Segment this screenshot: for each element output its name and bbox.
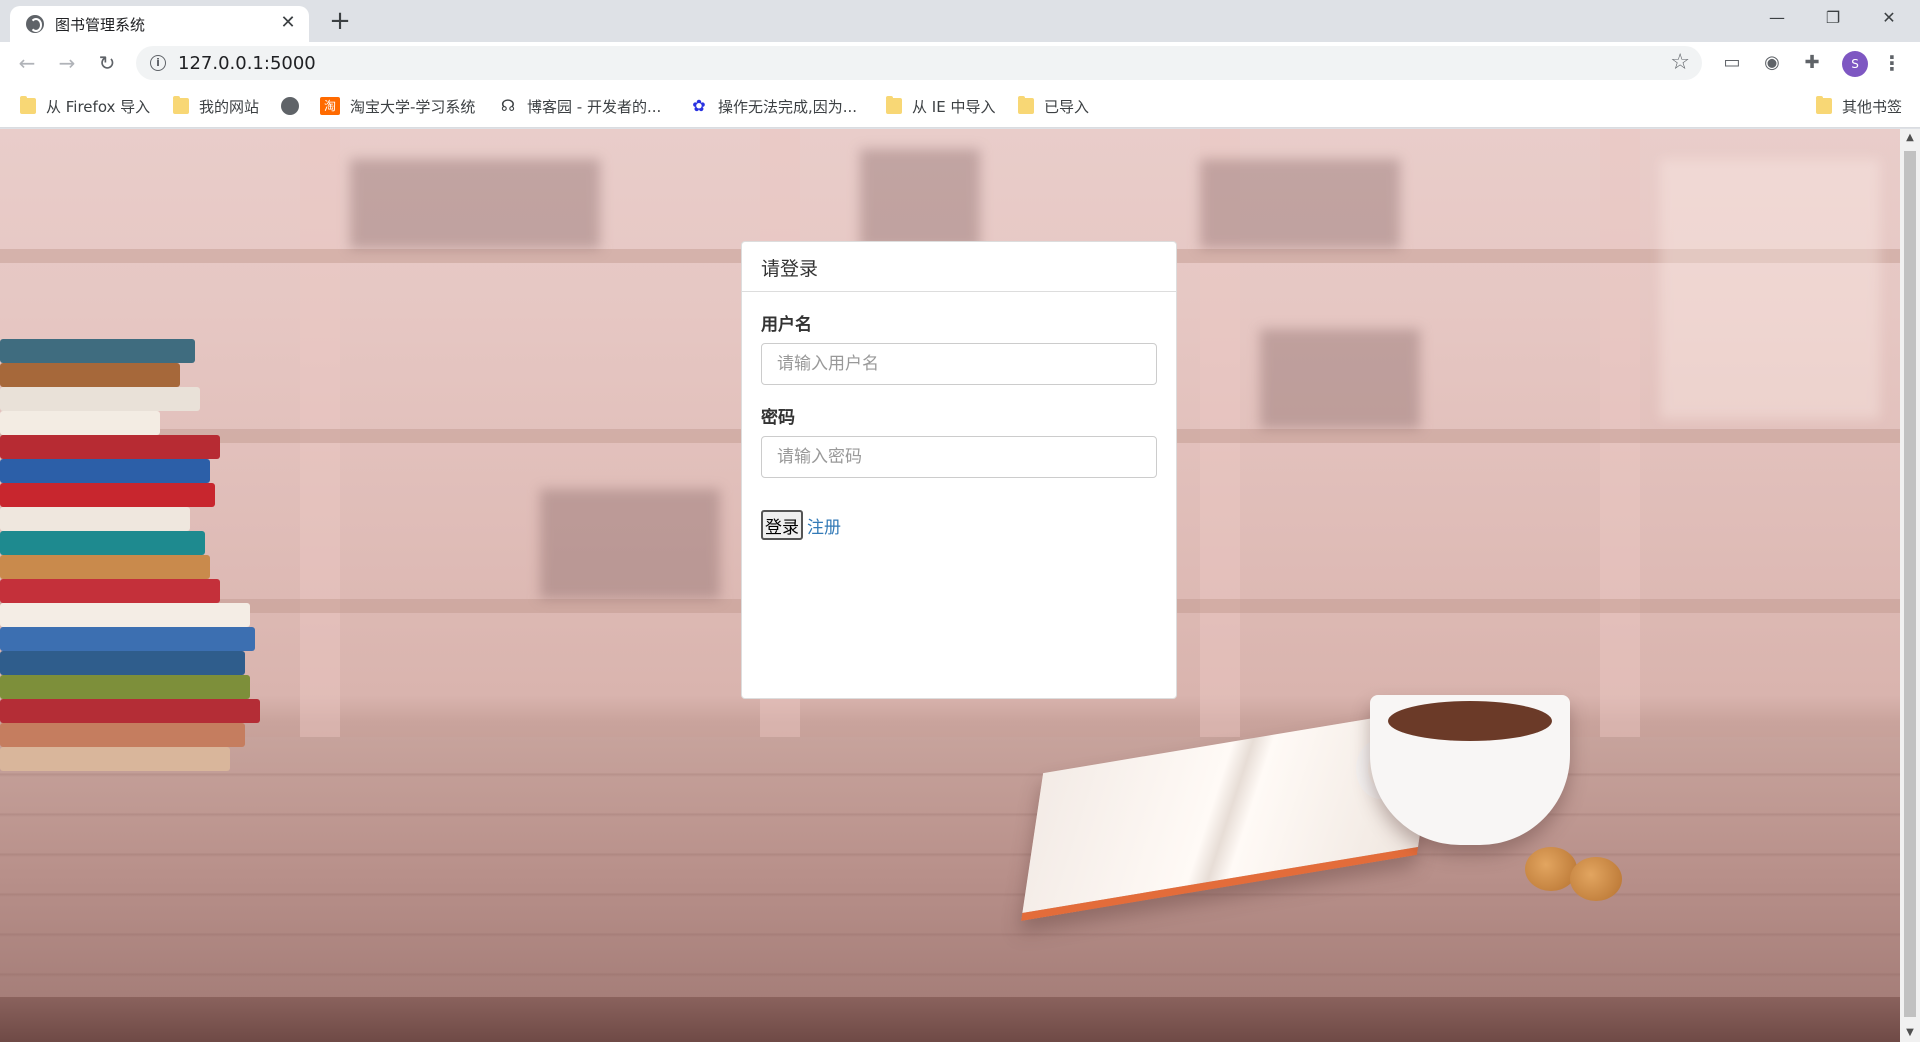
book-stack bbox=[0, 483, 215, 507]
reload-button[interactable]: ↻ bbox=[93, 49, 121, 77]
close-tab-icon[interactable]: ✕ bbox=[277, 12, 299, 34]
background-books bbox=[1660, 159, 1880, 419]
bookmark-star-icon[interactable]: ☆ bbox=[1670, 50, 1690, 75]
minimize-button[interactable]: — bbox=[1754, 0, 1800, 38]
book-stack bbox=[0, 747, 230, 771]
url-text[interactable]: 127.0.0.1:5000 bbox=[178, 53, 316, 74]
background-books bbox=[860, 149, 980, 249]
background-books bbox=[350, 159, 600, 249]
book-stack bbox=[0, 459, 210, 483]
username-input[interactable] bbox=[761, 343, 1157, 385]
close-window-button[interactable]: ✕ bbox=[1866, 0, 1912, 38]
book-stack bbox=[0, 675, 250, 699]
baidu-icon: ✿ bbox=[692, 96, 706, 115]
book-stack bbox=[0, 579, 220, 603]
cookie-image bbox=[1570, 857, 1622, 901]
bookmark-other[interactable]: 其他书签 bbox=[1816, 94, 1902, 118]
bookmark-taobao[interactable]: 淘 淘宝大学-学习系统 bbox=[320, 94, 475, 118]
background-books bbox=[540, 489, 720, 599]
new-tab-button[interactable]: + bbox=[326, 8, 354, 36]
bookmark-label: 博客园 - 开发者的... bbox=[527, 97, 662, 116]
book-stack bbox=[0, 603, 250, 627]
forward-button[interactable]: → bbox=[53, 49, 81, 77]
register-link[interactable]: 注册 bbox=[807, 513, 841, 538]
bookmark-label: 从 IE 中导入 bbox=[912, 97, 996, 116]
taobao-icon: 淘 bbox=[320, 97, 340, 115]
login-panel: 请登录 用户名 密码 登录 注册 bbox=[741, 241, 1177, 699]
folder-icon bbox=[1018, 96, 1034, 114]
scroll-thumb[interactable] bbox=[1904, 151, 1916, 1017]
login-button[interactable]: 登录 bbox=[761, 510, 803, 540]
bookmark-firefox-import[interactable]: 从 Firefox 导入 bbox=[20, 94, 150, 118]
book-stack bbox=[0, 363, 180, 387]
book-stack bbox=[0, 699, 260, 723]
globe-icon bbox=[26, 15, 44, 33]
bookmark-label: 其他书签 bbox=[1842, 97, 1903, 116]
scroll-up-arrow-icon[interactable]: ▲ bbox=[1900, 129, 1920, 147]
folder-icon bbox=[20, 96, 36, 114]
book-stack bbox=[0, 411, 160, 435]
login-actions: 登录 注册 bbox=[761, 510, 1157, 540]
username-label: 用户名 bbox=[761, 315, 812, 335]
page-scrollbar[interactable]: ▲ ▼ bbox=[1900, 129, 1920, 1042]
book-stack bbox=[0, 387, 200, 411]
password-label: 密码 bbox=[761, 408, 795, 428]
browser-toolbar: ← → ↻ i 127.0.0.1:5000 ☆ ▭ ◉ ✚ S ⋮ bbox=[0, 42, 1920, 84]
more-menu-icon[interactable]: ⋮ bbox=[1882, 51, 1902, 77]
book-stack bbox=[0, 507, 190, 531]
globe-icon bbox=[281, 97, 299, 115]
background-books bbox=[1260, 329, 1420, 429]
folder-icon bbox=[173, 96, 189, 114]
bookmark-label: 淘宝大学-学习系统 bbox=[350, 97, 476, 116]
profile-avatar[interactable]: S bbox=[1842, 51, 1868, 77]
bookmark-cnblogs[interactable]: ☊ 博客园 - 开发者的... bbox=[499, 94, 661, 118]
book-stack bbox=[0, 339, 195, 363]
book-stack bbox=[0, 531, 205, 555]
bookmark-label: 从 Firefox 导入 bbox=[46, 97, 151, 116]
bookmark-label: 操作无法完成,因为... bbox=[718, 97, 858, 116]
book-stack bbox=[0, 435, 220, 459]
background-books bbox=[1200, 159, 1400, 249]
tab-strip: 图书管理系统 ✕ + — ❐ ✕ bbox=[0, 0, 1920, 42]
bookmark-label: 已导入 bbox=[1044, 97, 1090, 116]
login-form: 用户名 密码 登录 注册 bbox=[742, 292, 1176, 558]
extension-icon-1[interactable]: ▭ bbox=[1720, 51, 1744, 75]
cnblogs-icon: ☊ bbox=[500, 96, 516, 115]
login-heading: 请登录 bbox=[742, 242, 1176, 292]
password-input[interactable] bbox=[761, 436, 1157, 478]
bookmark-ie-import[interactable]: 从 IE 中导入 bbox=[886, 94, 995, 118]
bookmark-imported[interactable]: 已导入 bbox=[1018, 94, 1089, 118]
address-bar[interactable]: i 127.0.0.1:5000 ☆ bbox=[136, 46, 1702, 80]
camera-icon[interactable]: ◉ bbox=[1760, 51, 1784, 75]
wooden-table-edge bbox=[0, 997, 1900, 1042]
cookie-image bbox=[1525, 847, 1577, 891]
tab-title: 图书管理系统 bbox=[55, 16, 146, 34]
book-stack bbox=[0, 651, 245, 675]
scroll-down-arrow-icon[interactable]: ▼ bbox=[1900, 1024, 1920, 1042]
bookmarks-bar: 从 Firefox 导入 我的网站 淘 淘宝大学-学习系统 ☊ 博客园 - 开发… bbox=[0, 84, 1920, 128]
browser-tab[interactable]: 图书管理系统 ✕ bbox=[10, 6, 309, 42]
back-button[interactable]: ← bbox=[13, 49, 41, 77]
bookmark-globe[interactable] bbox=[281, 94, 299, 118]
folder-icon bbox=[1816, 96, 1832, 114]
book-stack bbox=[0, 627, 255, 651]
restore-button[interactable]: ❐ bbox=[1810, 0, 1856, 38]
puzzle-icon[interactable]: ✚ bbox=[1800, 51, 1824, 75]
book-stack bbox=[0, 723, 245, 747]
bookmark-baidu[interactable]: ✿ 操作无法完成,因为... bbox=[690, 94, 857, 118]
bookmark-label: 我的网站 bbox=[199, 97, 260, 116]
folder-icon bbox=[886, 96, 902, 114]
site-info-icon[interactable]: i bbox=[150, 55, 166, 71]
book-stack bbox=[0, 555, 210, 579]
bookmark-my-site[interactable]: 我的网站 bbox=[173, 94, 259, 118]
coffee-image bbox=[1388, 701, 1552, 741]
